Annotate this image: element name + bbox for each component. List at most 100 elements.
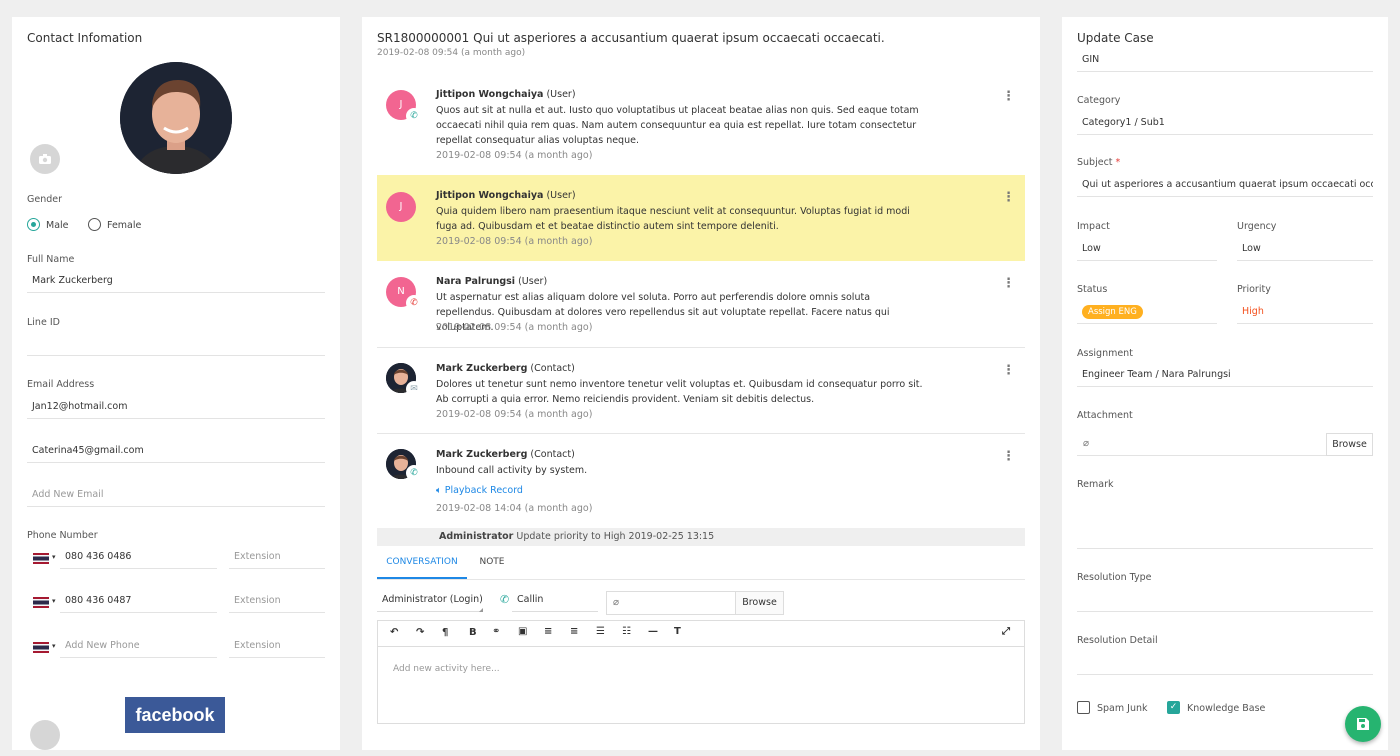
email-input[interactable]: Jan12@hotmail.com	[27, 397, 325, 419]
urgency-label: Urgency	[1237, 221, 1277, 232]
activity-body: Quia quidem libero nam praesentium itaqu…	[436, 206, 910, 232]
resolution-type-label: Resolution Type	[1077, 572, 1152, 583]
facebook-logo[interactable]: facebook	[125, 697, 225, 733]
attachment-label: Attachment	[1077, 410, 1133, 421]
email-icon: ✉	[406, 381, 422, 397]
gender-male-radio[interactable]	[27, 218, 40, 231]
extension-input[interactable]: Extension	[229, 636, 325, 658]
activity-author: Mark Zuckerberg (Contact)	[436, 363, 575, 374]
undo-icon[interactable]: ↶	[390, 627, 398, 638]
case-created: 2019-02-08 09:54 (a month ago)	[377, 48, 526, 58]
more-vert-icon[interactable]: ⋮	[1002, 450, 1015, 463]
caret-down-icon[interactable]: ▾	[52, 642, 56, 650]
more-vert-icon[interactable]: ⋮	[1002, 191, 1015, 204]
upload-photo-button[interactable]	[30, 720, 60, 750]
activity-time: 2019-02-08 14:04 (a month ago)	[436, 503, 593, 514]
phone-input[interactable]: 080 436 0486	[60, 547, 217, 569]
activity-item: ✆ Mark Zuckerberg (Contact) Inbound call…	[377, 434, 1025, 528]
activity-author: Mark Zuckerberg (Contact)	[436, 449, 575, 460]
knowledge-base-checkbox[interactable]: ✓	[1167, 701, 1180, 714]
group-select[interactable]: GIN	[1077, 50, 1373, 72]
browse-button[interactable]: Browse	[1326, 433, 1373, 456]
phone-label: Phone Number	[27, 530, 98, 541]
contact-avatar[interactable]	[120, 62, 232, 174]
resolution-detail-label: Resolution Detail	[1077, 635, 1158, 646]
spam-junk-checkbox[interactable]	[1077, 701, 1090, 714]
extension-input[interactable]: Extension	[229, 591, 325, 613]
category-select[interactable]: Category1 / Sub1	[1077, 113, 1373, 135]
tab-conversation[interactable]: CONVERSATION	[377, 557, 467, 579]
resolution-detail-input[interactable]	[1077, 653, 1373, 675]
priority-label: Priority	[1237, 284, 1271, 295]
activity-textarea[interactable]: Add new activity here...	[393, 664, 500, 674]
knowledge-base-label: Knowledge Base	[1187, 703, 1266, 714]
browse-button[interactable]: Browse	[735, 591, 784, 615]
activity-time: 2019-02-08 09:54 (a month ago)	[436, 236, 593, 247]
urgency-select[interactable]: Low	[1237, 239, 1373, 261]
resolution-type-select[interactable]	[1077, 590, 1373, 612]
activity-time: 2019-02-08 09:54 (a month ago)	[436, 409, 593, 420]
status-select[interactable]: Assign ENG	[1077, 302, 1217, 324]
numbered-list-icon[interactable]: ☷	[622, 626, 631, 637]
more-vert-icon[interactable]: ⋮	[1002, 364, 1015, 377]
divider	[377, 579, 1025, 580]
more-vert-icon[interactable]: ⋮	[1002, 90, 1015, 103]
subject-label: Subject *	[1077, 157, 1121, 168]
phone-icon: ✆	[500, 593, 510, 606]
extension-input[interactable]: Extension	[229, 547, 325, 569]
activity-item: J ✆ Jittipon Wongchaiya (User) Quos aut …	[377, 74, 1025, 174]
thai-flag-icon[interactable]	[33, 642, 49, 653]
email-input[interactable]: Caterina45@gmail.com	[27, 441, 325, 463]
sender-select[interactable]: Administrator (Login)	[377, 590, 482, 612]
redo-icon[interactable]: ↷	[416, 627, 424, 638]
horizontal-rule-icon[interactable]: —	[648, 626, 658, 637]
caret-down-icon[interactable]: ▾	[52, 553, 56, 561]
status-badge: Assign ENG	[1082, 305, 1143, 319]
update-case-panel: Update Case GIN Category Category1 / Sub…	[1062, 17, 1388, 750]
caret-down-icon[interactable]: ▾	[52, 597, 56, 605]
gender-label: Gender	[27, 194, 63, 205]
impact-select[interactable]: Low	[1077, 239, 1217, 261]
activity-item-highlighted: J Jittipon Wongchaiya (User) Quia quidem…	[377, 175, 1025, 261]
spam-junk-label: Spam Junk	[1097, 703, 1148, 714]
priority-select[interactable]: High	[1237, 302, 1373, 324]
person-photo-icon	[120, 62, 232, 174]
add-email-input[interactable]: Add New Email	[27, 485, 325, 507]
image-icon[interactable]: ▣	[518, 626, 527, 637]
fullname-input[interactable]: Mark Zuckerberg	[27, 271, 325, 293]
fullscreen-icon[interactable]: ⤢	[1002, 626, 1010, 637]
more-vert-icon[interactable]: ⋮	[1002, 277, 1015, 290]
activity-item: ✉ Mark Zuckerberg (Contact) Dolores ut t…	[377, 348, 1025, 433]
status-label: Status	[1077, 284, 1108, 295]
lineid-input[interactable]	[27, 334, 325, 356]
playback-link[interactable]: 🔈︎ Playback Record	[436, 483, 936, 498]
attachment-input[interactable]: ⌀	[606, 591, 736, 615]
tab-note[interactable]: NOTE	[472, 557, 512, 579]
add-phone-input[interactable]: Add New Phone	[60, 636, 217, 658]
assignment-select[interactable]: Engineer Team / Nara Palrungsi	[1077, 365, 1373, 387]
thai-flag-icon[interactable]	[33, 597, 49, 608]
contact-panel: Contact Infomation Gender Male Female Fu…	[12, 17, 340, 750]
activity-item: N ✆ Nara Palrungsi (User) Ut aspernatur …	[377, 261, 1025, 347]
case-title: SR1800000001 Qui ut asperiores a accusan…	[377, 31, 885, 45]
align-left-icon[interactable]: ≡	[544, 626, 552, 637]
attachment-input[interactable]: ⌀	[1077, 433, 1327, 456]
align-center-icon[interactable]: ≡	[570, 626, 578, 637]
gender-female-label: Female	[107, 220, 142, 231]
link-icon[interactable]: ⚭	[492, 626, 500, 637]
paragraph-icon[interactable]: ¶	[442, 627, 448, 638]
gender-male-label: Male	[46, 220, 69, 231]
subject-input[interactable]: Qui ut asperiores a accusantium quaerat …	[1077, 175, 1373, 197]
clear-format-icon[interactable]: T	[674, 626, 681, 637]
gender-female-radio[interactable]	[88, 218, 101, 231]
bold-icon[interactable]: B	[469, 627, 477, 638]
save-button[interactable]	[1345, 706, 1381, 742]
editor: ↶ ↷ ¶ B ⚭ ▣ ≡ ≡ ☰ ☷ — T ⤢ Add new activi…	[377, 620, 1025, 724]
upload-photo-button[interactable]	[30, 144, 60, 174]
fullname-label: Full Name	[27, 254, 75, 265]
bullet-list-icon[interactable]: ☰	[596, 626, 605, 637]
remark-textarea[interactable]	[1077, 495, 1373, 549]
thai-flag-icon[interactable]	[33, 553, 49, 564]
phone-input[interactable]: 080 436 0487	[60, 591, 217, 613]
channel-select[interactable]: Callin	[512, 590, 598, 612]
